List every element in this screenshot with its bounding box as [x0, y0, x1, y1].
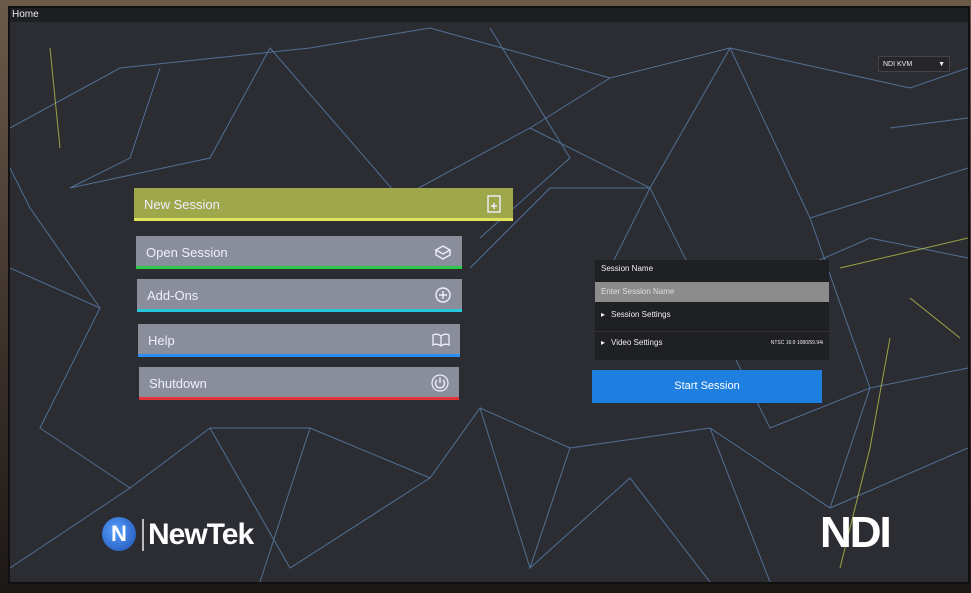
shutdown-button[interactable]: Shutdown [139, 367, 459, 400]
open-session-label: Open Session [146, 245, 228, 260]
plus-circle-icon [435, 287, 451, 303]
start-session-button[interactable]: Start Session [592, 370, 822, 403]
help-accent [138, 354, 460, 357]
session-name-input[interactable]: Enter Session Name [595, 282, 829, 302]
chevron-down-icon: ▼ [938, 61, 945, 68]
video-settings-value: NTSC 16:9 1080/59.94i [770, 340, 823, 346]
window-title: Home [10, 8, 968, 22]
shutdown-label: Shutdown [149, 376, 207, 391]
shutdown-accent [139, 397, 459, 400]
new-document-icon [487, 195, 501, 213]
new-session-label: New Session [144, 197, 220, 212]
new-session-accent [134, 218, 513, 221]
open-session-accent [136, 266, 462, 269]
newtek-wordmark: NewTek [148, 518, 254, 551]
video-settings-label: Video Settings [611, 338, 663, 347]
open-session-button[interactable]: Open Session [136, 236, 462, 269]
help-label: Help [148, 333, 175, 348]
expand-arrow-icon: ▸ [601, 310, 606, 319]
ndi-logo: NDI [820, 508, 892, 557]
add-ons-label: Add-Ons [147, 288, 199, 303]
session-name-header: Session Name [601, 264, 654, 273]
source-select-value: NDI KVM [883, 61, 913, 68]
session-settings-label: Session Settings [611, 310, 671, 319]
add-ons-button[interactable]: Add-Ons [137, 279, 462, 312]
session-panel: Session Name Enter Session Name ▸ Sessio… [595, 260, 829, 360]
add-ons-accent [137, 309, 462, 312]
power-icon [431, 374, 449, 392]
new-session-button[interactable]: New Session [134, 188, 513, 221]
open-box-icon [434, 245, 452, 260]
video-settings-row[interactable]: ▸ Video Settings NTSC 16:9 1080/59.94i [595, 331, 829, 354]
screen: Home NDI KVM ▼ New Session Open Session … [8, 6, 970, 584]
session-settings-row[interactable]: ▸ Session Settings [595, 304, 829, 326]
book-icon [432, 333, 450, 347]
source-select[interactable]: NDI KVM ▼ [878, 56, 950, 72]
help-button[interactable]: Help [138, 324, 460, 357]
expand-arrow-icon: ▸ [601, 338, 606, 347]
